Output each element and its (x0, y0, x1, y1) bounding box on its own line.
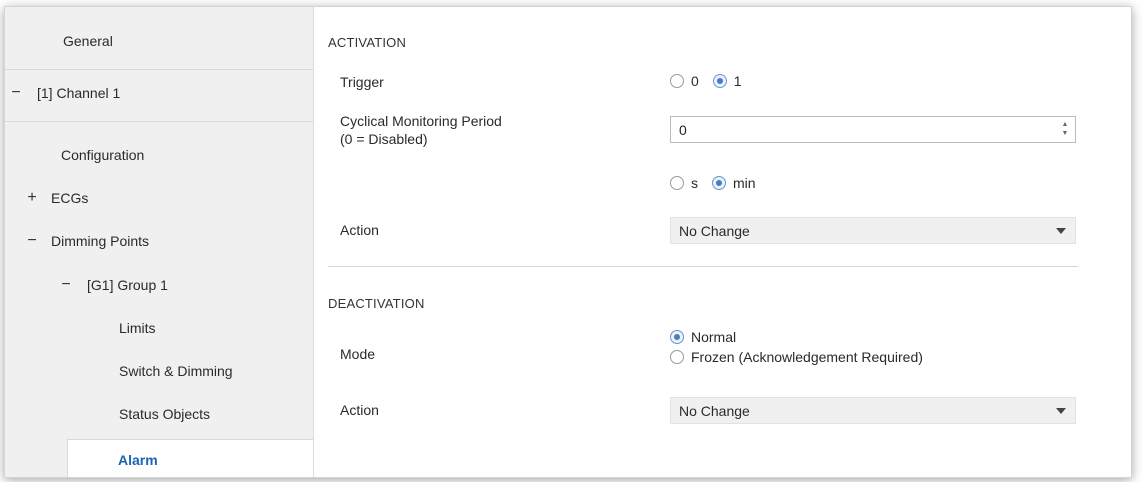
sidebar-item-ecgs[interactable]: + ECGs (5, 178, 313, 218)
sidebar-item-label: Dimming Points (51, 233, 150, 249)
sidebar-item-label: [G1] Group 1 (87, 277, 168, 293)
divider (5, 121, 313, 122)
radio-label: 1 (733, 73, 742, 89)
unit-radio-group: s min (670, 175, 770, 191)
select-value: No Change (679, 223, 750, 239)
sidebar-item-switch-dimming[interactable]: Switch & Dimming (5, 351, 313, 391)
sidebar-item-label: Status Objects (119, 406, 211, 422)
trigger-option-1[interactable]: 1 (712, 73, 742, 89)
sidebar-item-label: Configuration (61, 147, 145, 163)
select-value: No Change (679, 403, 750, 419)
sidebar-item-general[interactable]: General (5, 21, 313, 61)
sidebar-item-dimming-points[interactable]: − Dimming Points (5, 221, 313, 261)
radio-button[interactable] (712, 176, 726, 190)
radio-button[interactable] (670, 74, 684, 88)
radio-label: Frozen (Acknowledgement Required) (691, 349, 923, 365)
spin-arrows[interactable]: ▲ ▼ (1060, 120, 1070, 138)
radio-button[interactable] (670, 350, 684, 364)
radio-button[interactable] (712, 74, 727, 88)
sidebar-item-label: Switch & Dimming (119, 363, 233, 379)
cyclical-monitoring-label: Cyclical Monitoring Period (0 = Disabled… (340, 112, 502, 148)
sidebar-item-label: Alarm (118, 452, 158, 468)
radio-button[interactable] (670, 330, 684, 344)
sidebar: General − [1] Channel 1 Configuration + … (5, 7, 314, 477)
unit-option-s[interactable]: s (670, 175, 698, 191)
trigger-radio-group: 0 1 (670, 73, 756, 89)
sidebar-item-channel-1[interactable]: − [1] Channel 1 (5, 73, 313, 113)
sidebar-item-status-objects[interactable]: Status Objects (5, 394, 313, 434)
divider (5, 69, 313, 70)
spin-down-icon[interactable]: ▼ (1060, 129, 1070, 138)
sidebar-item-label: [1] Channel 1 (37, 85, 121, 101)
window: General − [1] Channel 1 Configuration + … (4, 6, 1132, 478)
deactivation-action-label: Action (340, 402, 379, 418)
mode-radio-group: Normal Frozen (Acknowledgement Required) (670, 329, 923, 369)
radio-label: Normal (691, 329, 737, 345)
sidebar-item-limits[interactable]: Limits (5, 308, 313, 348)
cyclical-label-line1: Cyclical Monitoring Period (340, 113, 502, 129)
mode-label: Mode (340, 346, 376, 362)
cyclical-label-line2: (0 = Disabled) (340, 131, 428, 147)
expand-icon[interactable]: + (25, 189, 39, 207)
activation-title: ACTIVATION (328, 35, 407, 50)
activation-action-label: Action (340, 222, 379, 238)
activation-action-select[interactable]: No Change (670, 217, 1076, 244)
mode-option-frozen[interactable]: Frozen (Acknowledgement Required) (670, 349, 923, 365)
main-panel: ACTIVATION Trigger 0 1 Cyclical Monitori… (314, 7, 1131, 477)
radio-label: min (733, 175, 756, 191)
sidebar-item-group-1[interactable]: − [G1] Group 1 (5, 265, 313, 305)
spin-up-icon[interactable]: ▲ (1060, 120, 1070, 129)
radio-button[interactable] (670, 176, 684, 190)
trigger-option-0[interactable]: 0 (670, 73, 699, 89)
collapse-icon[interactable]: − (25, 232, 39, 250)
sidebar-item-configuration[interactable]: Configuration (5, 135, 313, 175)
unit-option-min[interactable]: min (712, 175, 756, 191)
chevron-down-icon (1056, 408, 1066, 414)
chevron-down-icon (1056, 228, 1066, 234)
trigger-label: Trigger (340, 74, 384, 90)
deactivation-title: DEACTIVATION (328, 296, 425, 311)
cyclical-period-input[interactable]: 0 ▲ ▼ (670, 116, 1076, 143)
mode-option-normal[interactable]: Normal (670, 329, 736, 345)
sidebar-item-label: Limits (119, 320, 156, 336)
deactivation-action-select[interactable]: No Change (670, 397, 1076, 424)
collapse-icon[interactable]: − (9, 84, 23, 102)
radio-label: s (691, 175, 698, 191)
radio-label: 0 (691, 73, 699, 89)
collapse-icon[interactable]: − (59, 276, 73, 294)
spin-value: 0 (679, 122, 687, 138)
section-divider (328, 266, 1078, 267)
sidebar-item-label: General (63, 33, 113, 49)
sidebar-item-label: ECGs (51, 190, 89, 206)
sidebar-item-alarm[interactable]: Alarm (67, 439, 313, 477)
